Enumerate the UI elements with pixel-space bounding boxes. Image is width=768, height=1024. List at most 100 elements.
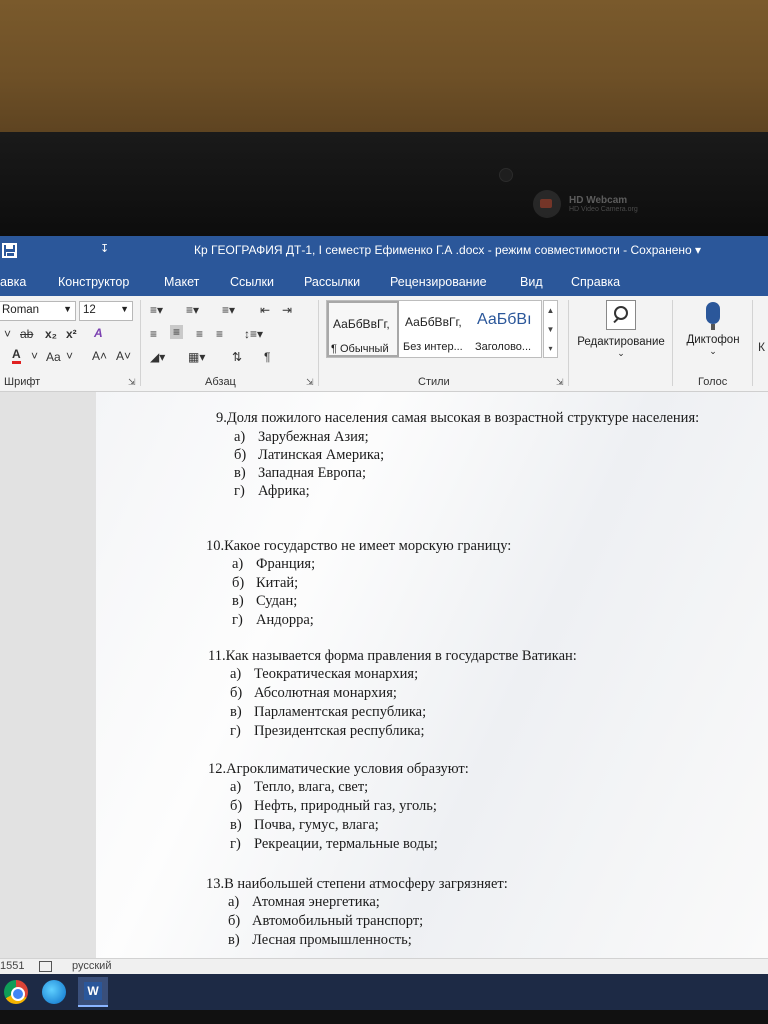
- editing-button[interactable]: Редактирование ⌄: [574, 300, 668, 359]
- document-page[interactable]: 9.Доля пожилого населения самая высокая …: [96, 392, 768, 958]
- grow-font-button[interactable]: A˄: [92, 349, 107, 363]
- clear-formatting-icon[interactable]: A: [94, 326, 103, 340]
- style-name: ¶ Обычный: [331, 343, 389, 355]
- taskbar: W: [0, 974, 768, 1010]
- align-right-icon[interactable]: ≡: [196, 327, 203, 341]
- tab-insert[interactable]: авка: [0, 275, 26, 289]
- answer-option: в) Западная Европа;: [234, 465, 366, 481]
- increase-indent-icon[interactable]: ⇥: [282, 303, 292, 317]
- style-sample: АаБбВı: [477, 311, 532, 328]
- monitor-bottom-bezel: [0, 1010, 768, 1024]
- tab-design[interactable]: Конструктор: [58, 275, 129, 289]
- group-divider: [568, 300, 569, 386]
- answer-option: а) Атомная энергетика;: [228, 894, 380, 910]
- decrease-indent-icon[interactable]: ⇤: [260, 303, 270, 317]
- chevron-down-icon: ⌄: [709, 346, 717, 356]
- question-13: 13.В наибольшей степени атмосферу загряз…: [206, 876, 508, 892]
- styles-gallery: АаБбВвГг, ¶ Обычный АаБбВвГг, Без интер.…: [326, 300, 542, 358]
- font-dialog-launcher-icon[interactable]: ⇲: [128, 377, 136, 388]
- save-icon[interactable]: [2, 243, 17, 258]
- question-11: 11.Как называется форма правления в госу…: [208, 648, 577, 664]
- bullets-icon[interactable]: ≡▾: [150, 303, 163, 317]
- tab-layout[interactable]: Макет: [164, 275, 199, 289]
- sort-icon[interactable]: ⇅: [232, 350, 242, 364]
- dictate-button[interactable]: Диктофон ⌄: [680, 300, 746, 357]
- strikethrough-button[interactable]: ab: [20, 327, 33, 341]
- word-taskbar-button[interactable]: W: [78, 977, 108, 1007]
- ribbon-tabs: авка Конструктор Макет Ссылки Рассылки Р…: [0, 266, 768, 296]
- ribbon: Roman ▼ 12 ▼ ˅ ab x₂ x² A A ˅ Aa ˅ A˄ A˅…: [0, 296, 768, 392]
- ribbon-next-group-label[interactable]: К: [758, 340, 765, 354]
- question-12: 12.Агроклиматические условия образуют:: [208, 761, 469, 777]
- chrome-icon[interactable]: [4, 980, 28, 1004]
- answer-option: б) Латинская Америка;: [234, 447, 385, 463]
- chevron-down-icon[interactable]: ▼: [544, 320, 557, 339]
- tab-review[interactable]: Рецензирование: [390, 275, 487, 289]
- edge-icon[interactable]: [42, 980, 66, 1004]
- line-spacing-icon[interactable]: ↕≡▾: [244, 327, 263, 341]
- shrink-font-button[interactable]: A˅: [116, 349, 131, 363]
- align-left-icon[interactable]: ≡: [150, 327, 157, 341]
- paragraph-dialog-launcher-icon[interactable]: ⇲: [306, 377, 314, 388]
- search-icon: [606, 300, 636, 330]
- font-name-value: Roman: [2, 304, 40, 316]
- tab-references[interactable]: Ссылки: [230, 275, 274, 289]
- style-no-spacing[interactable]: АаБбВвГг, Без интер...: [401, 301, 473, 357]
- word-icon: W: [84, 982, 102, 1000]
- answer-option: г) Андорра;: [232, 612, 314, 628]
- style-name: Заголово...: [475, 341, 532, 353]
- change-case-button[interactable]: Aa: [46, 350, 61, 364]
- tab-help[interactable]: Справка: [571, 275, 620, 289]
- font-name-select[interactable]: Roman ▼: [0, 301, 76, 321]
- group-divider: [140, 300, 141, 386]
- align-center-icon[interactable]: ≡: [170, 325, 184, 339]
- multilevel-list-icon[interactable]: ≡▾: [222, 303, 235, 317]
- chevron-down-icon[interactable]: ˅: [31, 349, 38, 363]
- group-label-voice: Голос: [698, 376, 728, 388]
- style-normal[interactable]: АаБбВвГг, ¶ Обычный: [327, 301, 399, 357]
- numbering-icon[interactable]: ≡▾: [186, 303, 199, 317]
- justify-icon[interactable]: ≡: [216, 327, 223, 341]
- answer-option: а) Теократическая монархия;: [230, 666, 419, 682]
- group-label-paragraph: Абзац: [205, 376, 236, 388]
- styles-dialog-launcher-icon[interactable]: ⇲: [556, 377, 564, 388]
- background-wall: [0, 0, 768, 140]
- group-divider: [752, 300, 753, 386]
- show-formatting-marks-icon[interactable]: ¶: [264, 350, 270, 364]
- style-name: Без интер...: [403, 341, 463, 353]
- chevron-down-icon: ▼: [63, 304, 72, 314]
- borders-icon[interactable]: ▦▾: [188, 350, 205, 364]
- customize-quick-access-button[interactable]: ↧: [100, 242, 109, 255]
- editing-label: Редактирование: [577, 336, 665, 348]
- group-label-font: Шрифт: [4, 376, 41, 388]
- font-color-button[interactable]: A: [12, 348, 21, 364]
- language-indicator[interactable]: русский: [72, 960, 111, 972]
- answer-option: в) Лесная промышленность;: [228, 932, 412, 948]
- chevron-down-icon[interactable]: ˅: [66, 349, 73, 363]
- subscript-button[interactable]: x₂: [45, 327, 57, 341]
- proofing-icon[interactable]: [39, 961, 52, 972]
- webcam-subtitle: HD Video Camera.org: [569, 206, 638, 213]
- shading-icon[interactable]: ◢▾: [150, 350, 165, 364]
- title-bar: ↧ Кр ГЕОГРАФИЯ ДТ-1, I семестр Ефименко …: [0, 236, 768, 266]
- font-size-value: 12: [83, 304, 96, 316]
- tab-view[interactable]: Вид: [520, 275, 543, 289]
- monitor-bezel: [0, 132, 768, 236]
- styles-scroll[interactable]: ▲ ▼ ▾: [543, 300, 558, 358]
- font-size-select[interactable]: 12 ▼: [79, 301, 133, 321]
- format-dropdown-icon[interactable]: ˅: [4, 327, 11, 341]
- answer-option: б) Автомобильный транспорт;: [228, 913, 424, 929]
- webcam-lens: [499, 168, 513, 182]
- superscript-button[interactable]: x²: [66, 327, 77, 341]
- more-styles-icon[interactable]: ▾: [544, 339, 557, 358]
- question-9: 9.Доля пожилого населения самая высокая …: [216, 410, 700, 426]
- word-count[interactable]: 1551: [0, 960, 24, 972]
- chevron-up-icon[interactable]: ▲: [544, 301, 557, 320]
- group-divider: [672, 300, 673, 386]
- answer-option: в) Парламентская республика;: [230, 704, 427, 720]
- chevron-down-icon: ⌄: [617, 348, 625, 358]
- tab-mailings[interactable]: Рассылки: [304, 275, 360, 289]
- document-area: 9.Доля пожилого населения самая высокая …: [0, 392, 768, 958]
- answer-option: а) Франция;: [232, 556, 316, 572]
- style-heading[interactable]: АаБбВı Заголово...: [473, 301, 545, 357]
